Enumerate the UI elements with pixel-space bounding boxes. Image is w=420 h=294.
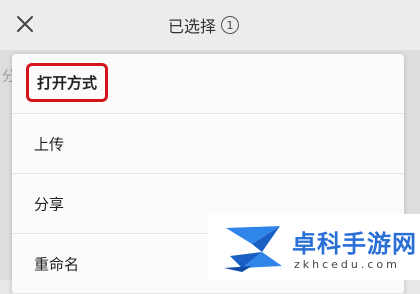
menu-item-label: 重命名 (34, 255, 80, 273)
menu-item-label: 分享 (34, 195, 65, 213)
watermark-name: 卓科手游网 (292, 230, 417, 258)
watermark-url: zkhcedu.com (294, 258, 400, 271)
title-text: 已选择 (168, 17, 217, 36)
menu-item-upload[interactable]: 上传 (12, 114, 404, 174)
top-bar: 已选择 1 (0, 0, 420, 50)
selection-title: 已选择 1 (168, 13, 240, 37)
menu-item-open-with[interactable]: 打开方式 (12, 54, 404, 114)
selected-count-badge: 1 (221, 16, 240, 34)
menu-item-label: 上传 (34, 135, 65, 153)
watermark: 卓科手游网 zkhcedu.com (208, 214, 420, 280)
menu-item-label: 打开方式 (26, 63, 109, 102)
close-button[interactable] (12, 11, 38, 37)
watermark-logo-icon (224, 226, 282, 272)
close-icon (17, 16, 33, 32)
